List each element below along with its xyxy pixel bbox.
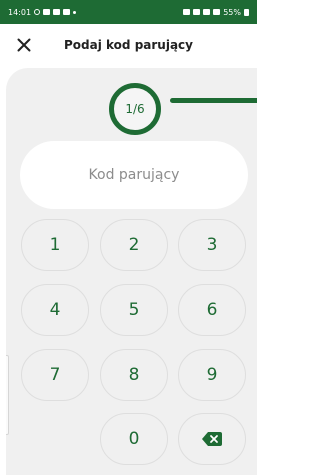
- status-time: 14:01: [8, 7, 32, 17]
- backspace-icon: [202, 432, 222, 446]
- mute-icon: [193, 9, 201, 15]
- header: Podaj kod parujący: [0, 24, 257, 66]
- signal-icon: [213, 9, 221, 15]
- key-2[interactable]: 2: [100, 219, 168, 271]
- backspace-button[interactable]: [178, 413, 246, 465]
- key-9[interactable]: 9: [178, 349, 246, 401]
- side-edge-handle[interactable]: [6, 355, 9, 435]
- key-8[interactable]: 8: [100, 349, 168, 401]
- close-icon: [17, 38, 31, 52]
- close-button[interactable]: [14, 35, 34, 55]
- status-bar: 14:01 55%: [0, 0, 257, 24]
- stepper-progress-line: [170, 98, 257, 103]
- status-bar-left: 14:01: [8, 7, 77, 17]
- battery-percent: 55%: [223, 7, 241, 17]
- more-notifications-icon: [73, 10, 77, 14]
- pairing-code-input[interactable]: Kod parujący: [20, 141, 248, 209]
- notification-icon: [34, 9, 41, 15]
- status-bar-right: 55%: [183, 8, 249, 17]
- stepper: 1/6: [104, 80, 164, 140]
- battery-icon: [244, 8, 249, 16]
- key-3[interactable]: 3: [178, 219, 246, 271]
- nfc-icon: [183, 9, 191, 15]
- page-title: Podaj kod parujący: [64, 38, 193, 52]
- key-6[interactable]: 6: [178, 284, 246, 336]
- app-notification-icon: [53, 9, 61, 15]
- key-7[interactable]: 7: [21, 349, 89, 401]
- key-5[interactable]: 5: [100, 284, 168, 336]
- key-4[interactable]: 4: [21, 284, 89, 336]
- key-0[interactable]: 0: [100, 413, 168, 465]
- key-1[interactable]: 1: [21, 219, 89, 271]
- app-notification-icon: [43, 9, 51, 15]
- step-indicator: 1/6: [109, 83, 161, 135]
- app-notification-icon: [63, 9, 71, 15]
- wifi-icon: [203, 9, 211, 15]
